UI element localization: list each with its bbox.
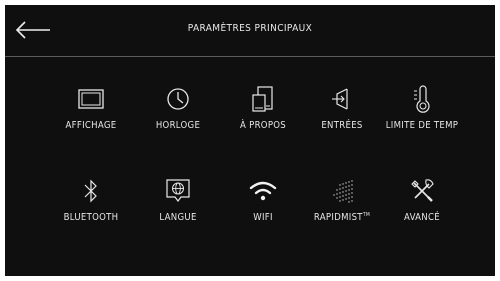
- clock-icon: [167, 88, 189, 110]
- thermometer-icon: [414, 85, 430, 113]
- tile-affichage[interactable]: AFFICHAGE: [43, 85, 139, 145]
- settings-screen: PARAMÈTRES PRINCIPAUX AFFICHAGE HORLOGE: [0, 0, 500, 281]
- tools-icon: [411, 179, 434, 202]
- tile-label: LIMITE DE TEMP: [385, 120, 459, 131]
- tile-avance[interactable]: AVANCÉ: [374, 177, 470, 237]
- mist-icon: [333, 180, 353, 203]
- devices-icon: [252, 86, 273, 112]
- tile-bluetooth[interactable]: BLUETOOTH: [43, 177, 139, 237]
- globe-speech-icon: [166, 179, 190, 202]
- tile-limite-de-temp[interactable]: LIMITE DE TEMP: [374, 85, 470, 145]
- tile-label: AVANCÉ: [404, 212, 440, 223]
- tile-langue[interactable]: LANGUE: [130, 177, 226, 237]
- wifi-icon: [249, 181, 277, 201]
- header-bar: PARAMÈTRES PRINCIPAUX: [5, 5, 495, 57]
- tile-horloge[interactable]: HORLOGE: [130, 85, 226, 145]
- bluetooth-icon: [84, 179, 97, 203]
- input-icon: [332, 88, 348, 110]
- display-icon: [78, 89, 104, 109]
- page-title: PARAMÈTRES PRINCIPAUX: [187, 23, 313, 34]
